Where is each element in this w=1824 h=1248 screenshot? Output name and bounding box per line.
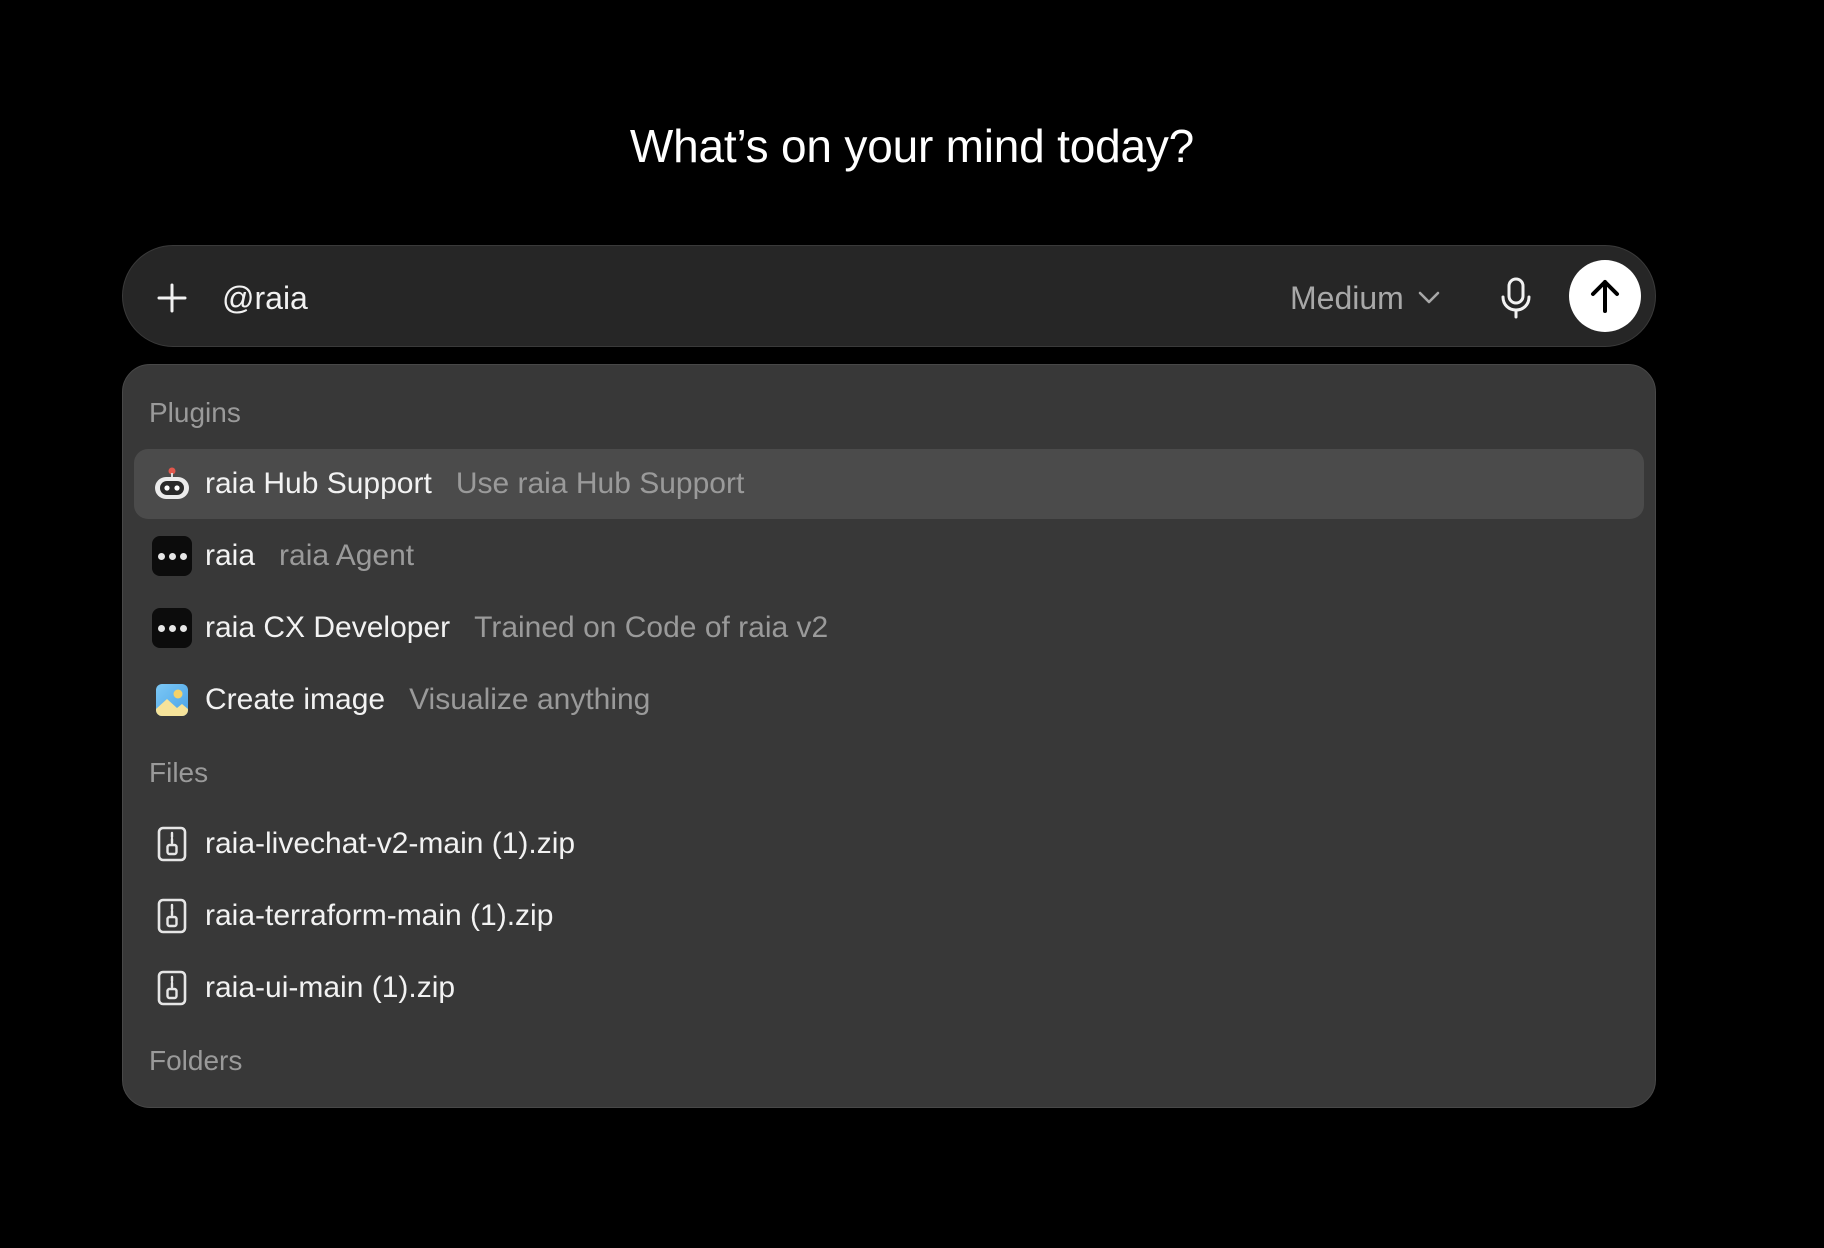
plugin-title: raia CX Developer <box>205 611 451 644</box>
arrow-up-icon <box>1591 280 1619 313</box>
plugin-item-raia[interactable]: raia raia Agent <box>134 521 1644 591</box>
zip-file-icon <box>152 968 192 1008</box>
file-item[interactable]: raia-ui-main (1).zip <box>134 953 1644 1023</box>
file-name: raia-livechat-v2-main (1).zip <box>205 827 576 860</box>
file-item[interactable]: raia-livechat-v2-main (1).zip <box>134 809 1644 879</box>
add-attachment-button[interactable] <box>148 274 196 322</box>
plus-icon <box>157 283 187 313</box>
section-label-folders: Folders <box>149 1045 243 1076</box>
file-item[interactable]: raia-terraform-main (1).zip <box>134 881 1644 951</box>
image-icon <box>152 680 192 720</box>
plugin-description: raia Agent <box>279 539 415 572</box>
send-button[interactable] <box>1569 260 1641 332</box>
robot-icon <box>152 464 192 504</box>
microphone-icon <box>1501 277 1531 319</box>
three-dots-icon <box>152 536 192 576</box>
section-label-files: Files <box>149 757 209 788</box>
prompt-input[interactable] <box>222 272 1182 324</box>
plugin-description: Trained on Code of raia v2 <box>474 611 829 644</box>
plugin-title: raia <box>205 539 256 572</box>
plugin-title: Create image <box>205 683 386 716</box>
plugin-item-raia-hub-support[interactable]: raia Hub Support Use raia Hub Support <box>134 449 1644 519</box>
zip-file-icon <box>152 896 192 936</box>
file-name: raia-ui-main (1).zip <box>205 971 456 1004</box>
plugin-item-raia-cx-developer[interactable]: raia CX Developer Trained on Code of rai… <box>134 593 1644 663</box>
plugin-description: Use raia Hub Support <box>455 467 745 500</box>
file-name: raia-terraform-main (1).zip <box>205 899 554 932</box>
zip-file-icon <box>152 824 192 864</box>
voice-input-button[interactable] <box>1490 270 1542 326</box>
model-selector-label: Medium <box>1290 279 1404 316</box>
model-selector[interactable]: Medium <box>1290 272 1440 324</box>
plugin-description: Visualize anything <box>409 683 651 716</box>
chevron-down-icon <box>1418 291 1440 304</box>
section-label-plugins: Plugins <box>149 397 241 428</box>
page: What’s on your mind today? Medium Plugin… <box>0 0 1824 1248</box>
three-dots-icon <box>152 608 192 648</box>
plugin-item-create-image[interactable]: Create image Visualize anything <box>134 665 1644 735</box>
plugin-title: raia Hub Support <box>205 467 432 500</box>
page-title: What’s on your mind today? <box>629 120 1195 172</box>
